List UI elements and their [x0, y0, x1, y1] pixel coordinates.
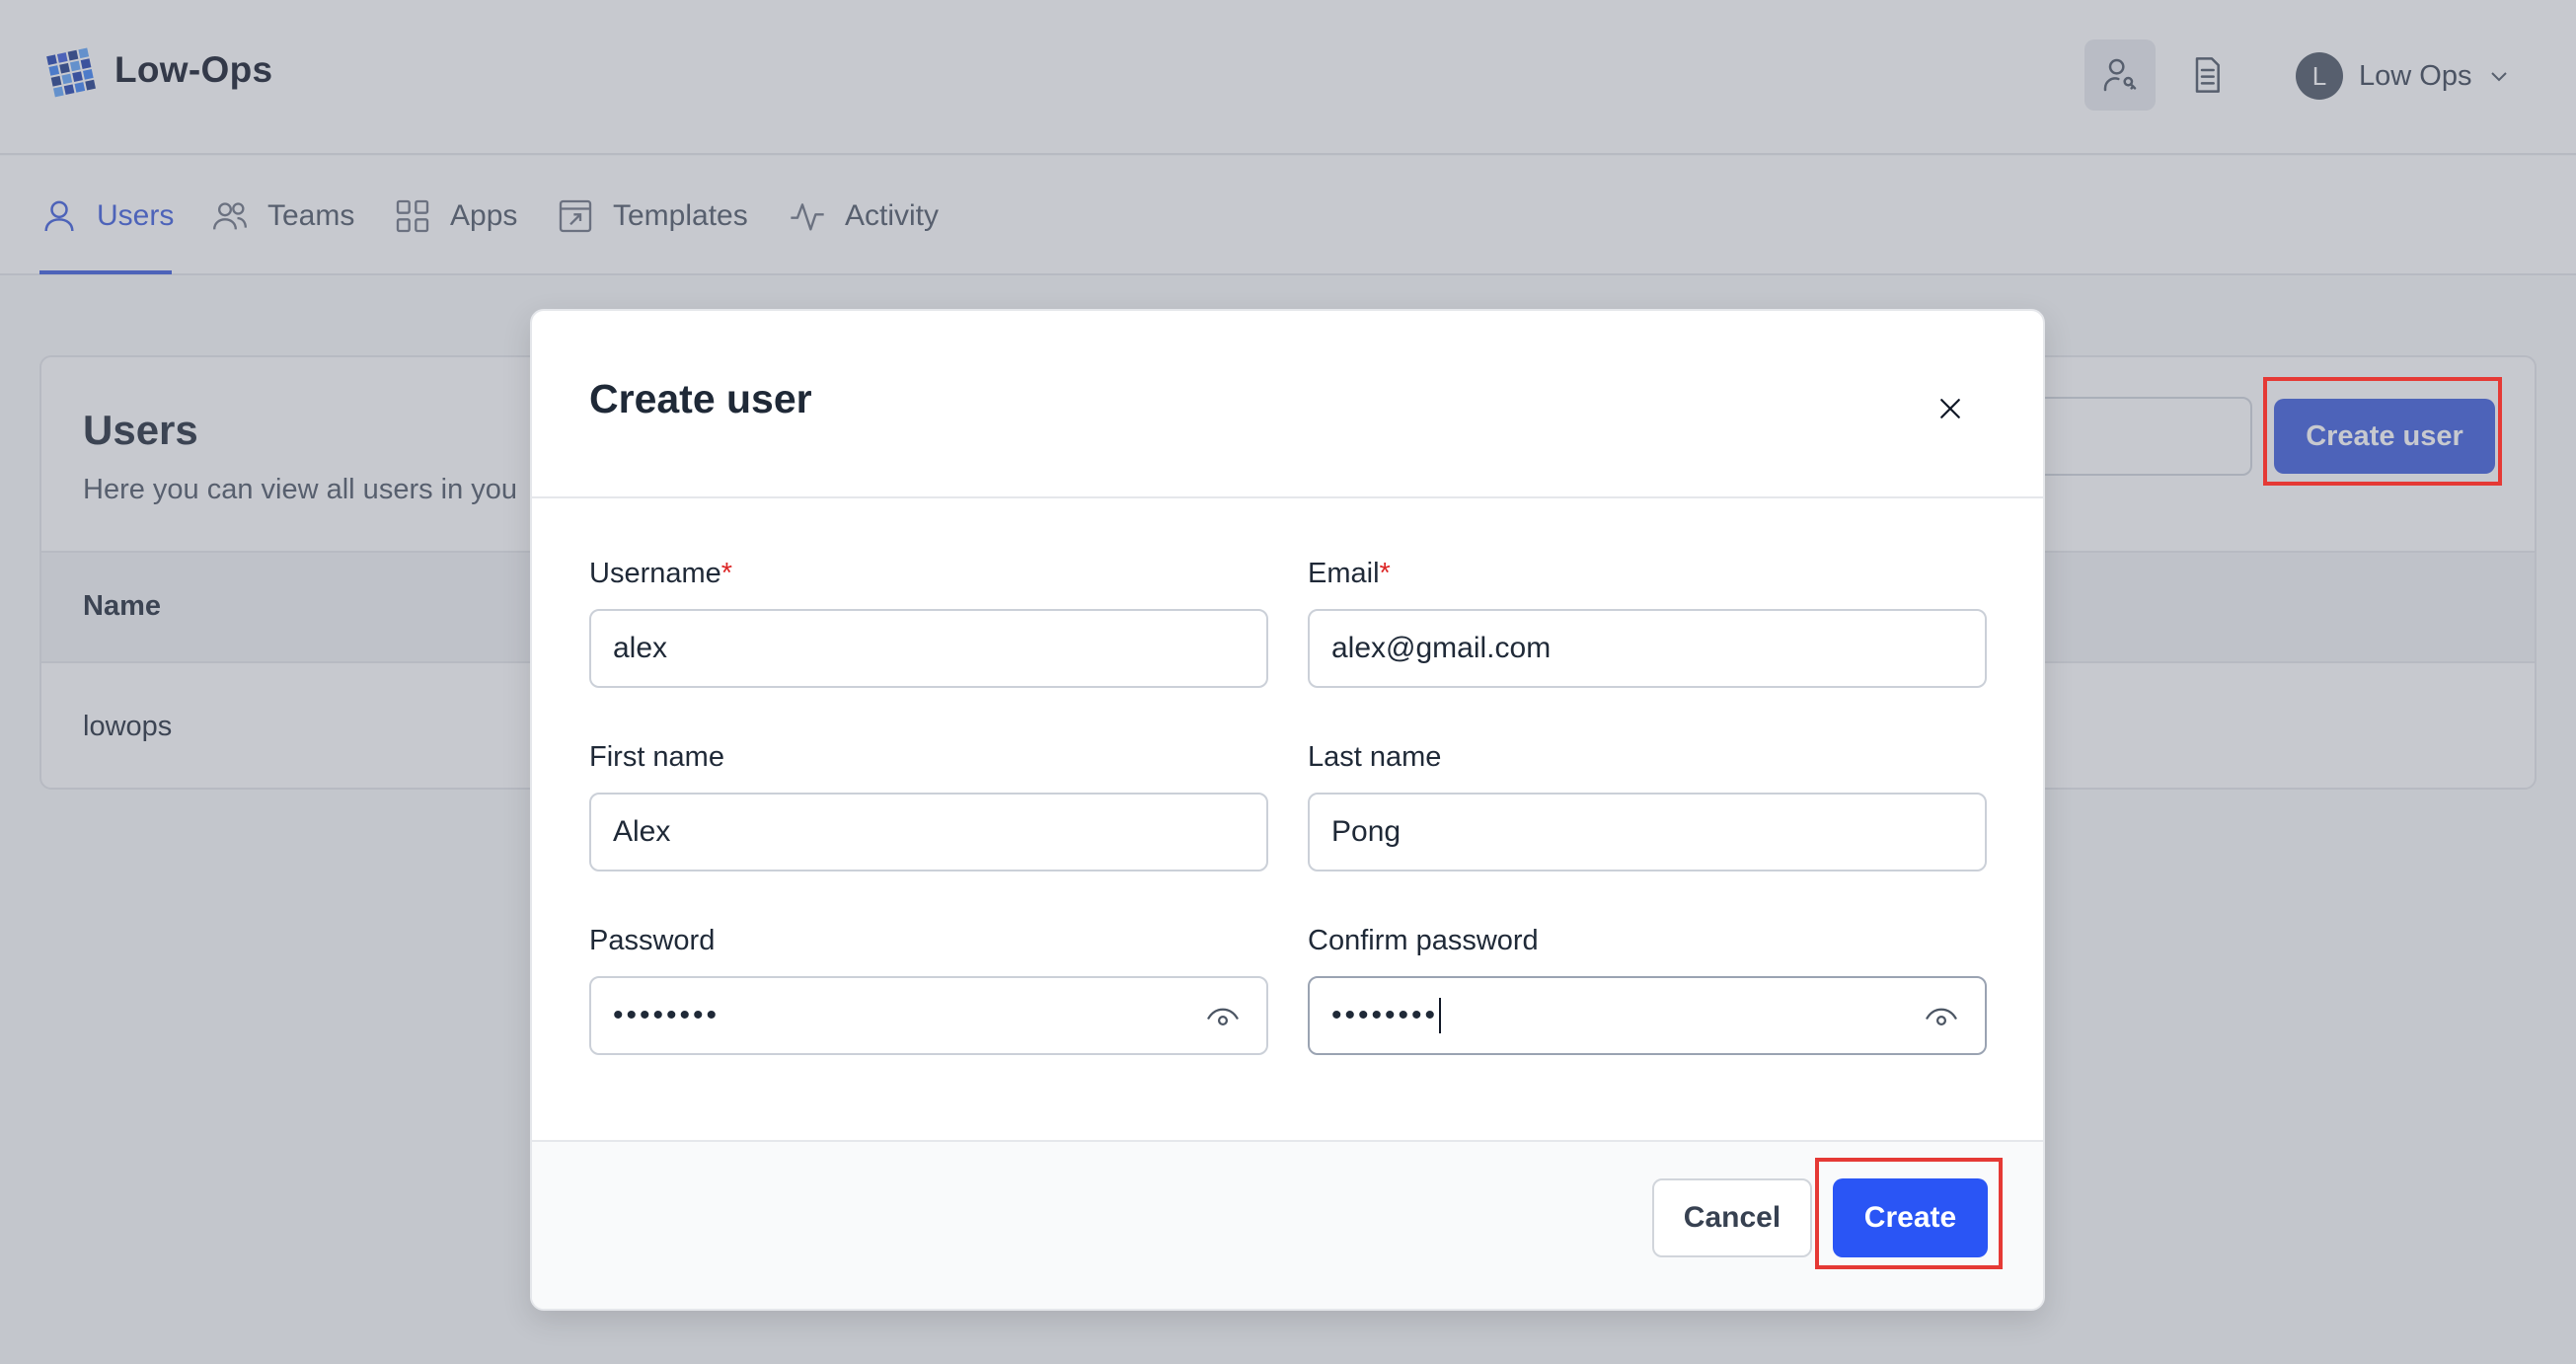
username-field: Username* alex — [589, 558, 1268, 688]
last-name-field: Last name Pong — [1308, 741, 1987, 871]
email-input[interactable]: alex@gmail.com — [1308, 609, 1987, 688]
email-field: Email* alex@gmail.com — [1308, 558, 1987, 688]
dialog-header: Create user — [532, 311, 2043, 498]
confirm-password-label: Confirm password — [1308, 925, 1539, 956]
password-value: •••••••• — [613, 999, 720, 1031]
confirm-password-value: •••••••• — [1331, 999, 1439, 1031]
required-mark: * — [1379, 558, 1391, 589]
close-icon — [1940, 399, 1960, 418]
last-name-input[interactable]: Pong — [1308, 793, 1987, 871]
username-label: Username — [589, 558, 721, 589]
first-name-input[interactable]: Alex — [589, 793, 1268, 871]
password-label: Password — [589, 925, 716, 956]
highlight-box — [1815, 1158, 2003, 1269]
dialog-title: Create user — [589, 376, 812, 421]
username-value: alex — [613, 632, 668, 664]
email-value: alex@gmail.com — [1331, 632, 1552, 664]
close-button[interactable] — [1926, 384, 1975, 433]
confirm-password-field: Confirm password •••••••• — [1308, 925, 1987, 1055]
password-input[interactable]: •••••••• — [589, 976, 1268, 1055]
first-name-value: Alex — [613, 815, 671, 848]
eye-icon[interactable] — [1203, 1000, 1243, 1035]
password-field: Password •••••••• — [589, 925, 1268, 1055]
required-mark: * — [720, 558, 733, 589]
cancel-button[interactable]: Cancel — [1652, 1178, 1812, 1257]
highlight-box — [2263, 377, 2502, 486]
confirm-password-input[interactable]: •••••••• — [1308, 976, 1987, 1055]
username-input[interactable]: alex — [589, 609, 1268, 688]
email-label: Email — [1308, 558, 1380, 589]
eye-icon[interactable] — [1922, 1000, 1961, 1035]
last-name-value: Pong — [1331, 815, 1402, 848]
first-name-label: First name — [589, 741, 724, 773]
first-name-field: First name Alex — [589, 741, 1268, 871]
text-caret — [1439, 998, 1442, 1033]
last-name-label: Last name — [1308, 741, 1442, 773]
